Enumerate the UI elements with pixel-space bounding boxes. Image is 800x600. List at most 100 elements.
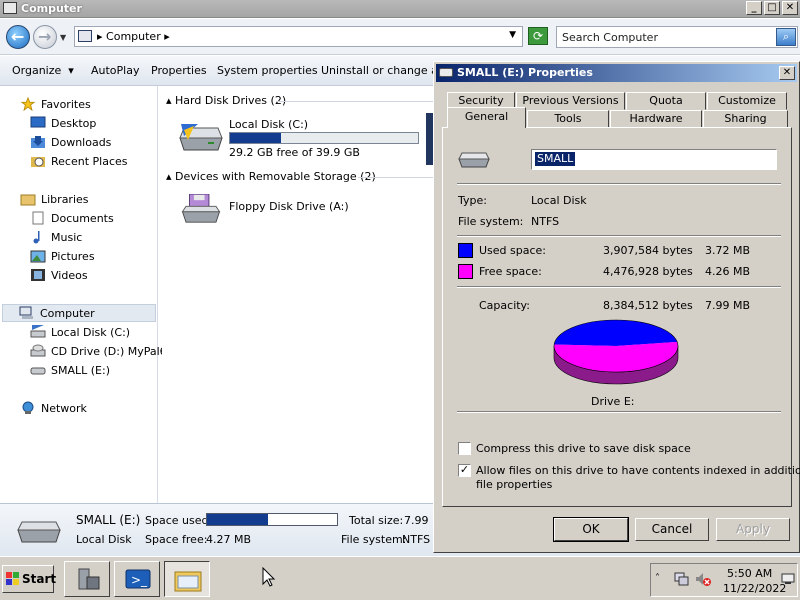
compress-drive-label: Compress this drive to save disk space: [476, 442, 691, 455]
organize-menu[interactable]: Organize ▾: [12, 64, 74, 77]
start-label: Start: [22, 572, 57, 586]
sidebar-item-local-disk[interactable]: Local Disk (C:): [30, 323, 130, 341]
address-bar[interactable]: ▸ Computer ▸ ▼: [74, 26, 523, 47]
powershell-icon: >_: [125, 569, 151, 589]
chevron-down-icon[interactable]: ▼: [509, 30, 516, 40]
sidebar-item-cd-drive[interactable]: CD Drive (D:) MyPal68: [30, 342, 174, 360]
documents-icon: [32, 211, 44, 225]
taskbar-server-manager[interactable]: [64, 561, 110, 597]
show-hidden-icons-button[interactable]: ˄: [655, 573, 660, 584]
details-type: Local Disk: [76, 533, 132, 546]
search-input[interactable]: Search Computer ⌕: [556, 26, 798, 48]
search-placeholder: Search Computer: [562, 31, 658, 44]
arrow-left-icon: ←: [11, 27, 25, 46]
taskbar-powershell[interactable]: >_: [114, 561, 160, 597]
drive-icon: [439, 68, 453, 77]
sidebar-item-documents[interactable]: Documents: [30, 209, 114, 227]
refresh-button[interactable]: ⟳: [528, 27, 548, 45]
drive-letter-label: Drive E:: [591, 395, 635, 408]
tab-sharing[interactable]: Sharing: [703, 110, 788, 128]
ok-button[interactable]: OK: [553, 517, 629, 542]
maximize-button[interactable]: □: [764, 1, 780, 15]
system-tray: ˄ 5:50 AM 11/22/2022: [650, 563, 798, 597]
minimize-button[interactable]: _: [746, 1, 762, 15]
used-space-bytes: 3,907,584 bytes: [603, 244, 693, 257]
server-manager-icon: [78, 568, 100, 590]
space-used-label: Space used:: [145, 514, 213, 527]
sidebar-item-desktop[interactable]: Desktop: [30, 114, 96, 132]
forward-button[interactable]: →: [33, 25, 57, 49]
free-space-bytes: 4,476,928 bytes: [603, 265, 693, 278]
divider: [358, 177, 434, 178]
volume-name-field[interactable]: SMALL: [531, 149, 777, 170]
back-button[interactable]: ←: [6, 25, 30, 49]
mouse-cursor-icon: [262, 567, 276, 587]
desktop-icon: [30, 116, 46, 128]
tab-hardware[interactable]: Hardware: [610, 110, 702, 128]
system-properties-button[interactable]: System properties: [217, 64, 318, 77]
volume-muted-icon[interactable]: [695, 571, 711, 587]
cd-drive-icon: [30, 344, 46, 357]
network-tray-icon[interactable]: [673, 571, 689, 587]
cancel-button[interactable]: Cancel: [635, 518, 709, 541]
group-hard-disk-drives[interactable]: ▴ Hard Disk Drives (2): [166, 94, 286, 107]
space-used-bar: [206, 513, 338, 526]
sidebar-item-network[interactable]: Network: [20, 399, 87, 417]
apply-button[interactable]: Apply: [716, 518, 790, 541]
index-contents-checkbox[interactable]: ✓: [458, 464, 471, 477]
recent-places-icon: [31, 157, 45, 167]
sidebar-item-music[interactable]: Music: [30, 228, 82, 246]
drive-usage-bar: [229, 132, 419, 144]
index-contents-label-line2: file properties: [476, 478, 553, 491]
taskbar: Start >_ ˄ 5:50 AM 11/22/2022: [0, 556, 800, 600]
star-icon: [20, 97, 36, 111]
sidebar-item-videos[interactable]: Videos: [30, 266, 88, 284]
tab-previous-versions[interactable]: Previous Versions: [516, 92, 625, 110]
group-removable-storage[interactable]: ▴ Devices with Removable Storage (2): [166, 170, 376, 183]
sidebar-item-small-drive[interactable]: SMALL (E:): [30, 361, 110, 379]
drive-icon: [17, 521, 61, 543]
tab-customize[interactable]: Customize: [707, 92, 787, 110]
address-text: ▸ Computer ▸: [97, 30, 170, 43]
tab-general[interactable]: General: [447, 107, 526, 128]
action-center-icon[interactable]: [781, 572, 795, 586]
filesystem-label: File system:: [458, 215, 524, 228]
sidebar-item-downloads[interactable]: Downloads: [30, 133, 111, 151]
index-contents-label: Allow files on this drive to have conten…: [476, 464, 800, 477]
explorer-titlebar[interactable]: Computer _ □ ✕: [0, 0, 800, 18]
dialog-titlebar[interactable]: SMALL (E:) Properties ✕: [436, 64, 797, 82]
total-size-label: Total size:: [349, 514, 404, 527]
dialog-close-button[interactable]: ✕: [779, 66, 795, 80]
compress-drive-checkbox[interactable]: [458, 442, 471, 455]
sidebar-item-pictures[interactable]: Pictures: [30, 247, 95, 265]
search-icon[interactable]: ⌕: [776, 28, 796, 46]
clock-date[interactable]: 11/22/2022: [723, 582, 786, 595]
drive-icon: [30, 367, 46, 375]
used-space-label: Used space:: [479, 244, 547, 257]
drive-item-floppy[interactable]: Floppy Disk Drive (A:): [178, 192, 418, 232]
drive-item-local-disk[interactable]: Local Disk (C:) 29.2 GB free of 39.9 GB: [178, 116, 434, 160]
recent-pages-dropdown[interactable]: ▼: [60, 33, 66, 42]
properties-dialog: SMALL (E:) Properties ✕ Security Previou…: [433, 61, 800, 553]
videos-icon: [31, 269, 45, 281]
separator: [457, 411, 781, 413]
clock-time[interactable]: 5:50 AM: [727, 567, 772, 580]
tab-quota[interactable]: Quota: [626, 92, 706, 110]
close-button[interactable]: ✕: [782, 1, 798, 15]
filesystem-value: NTFS: [531, 215, 560, 228]
sidebar-item-libraries[interactable]: Libraries: [20, 190, 89, 208]
separator: [457, 235, 781, 237]
properties-button[interactable]: Properties: [151, 64, 207, 77]
sidebar-item-recent-places[interactable]: Recent Places: [30, 152, 128, 170]
sidebar-item-computer[interactable]: Computer: [2, 304, 156, 322]
sidebar-item-favorites[interactable]: Favorites: [20, 95, 91, 113]
downloads-icon: [31, 136, 45, 148]
details-name: SMALL (E:): [76, 513, 141, 527]
type-label: Type:: [458, 194, 487, 207]
start-button[interactable]: Start: [2, 565, 57, 593]
tab-tools[interactable]: Tools: [527, 110, 609, 128]
drive-icon: [458, 152, 490, 168]
taskbar-windows-explorer[interactable]: [164, 561, 210, 597]
autoplay-button[interactable]: AutoPlay: [91, 64, 139, 77]
network-icon: [22, 401, 34, 414]
